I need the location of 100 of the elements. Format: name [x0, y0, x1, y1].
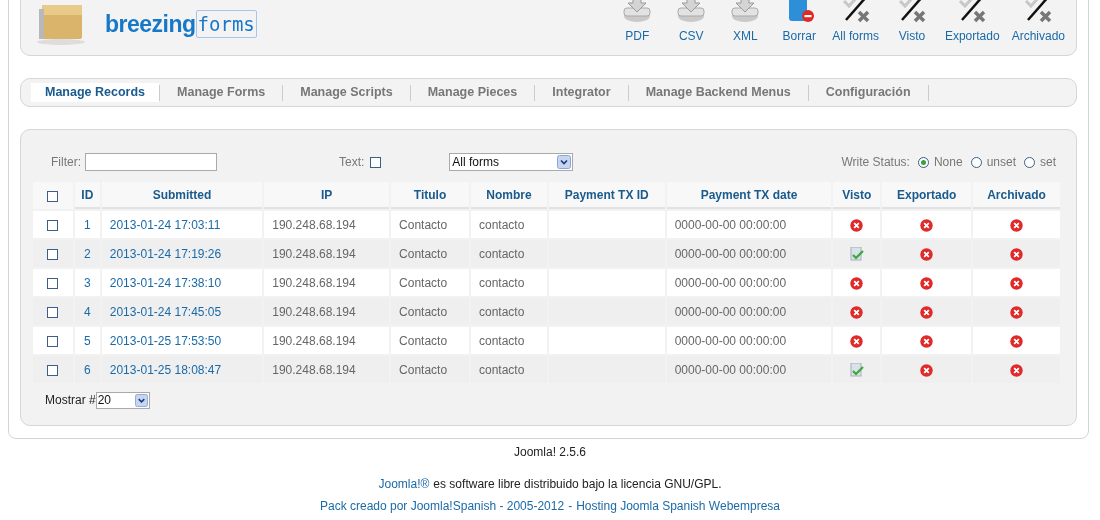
check-document-icon[interactable]: [849, 247, 864, 262]
record-link[interactable]: 2013-01-24 17:19:26: [109, 246, 222, 261]
pack-credit-link[interactable]: Pack creado por Joomla!Spanish - 2005-2012: [319, 497, 565, 515]
cross-circle-icon[interactable]: [920, 305, 934, 319]
hosting-link[interactable]: Hosting Joomla Spanish Webempresa: [576, 497, 780, 515]
cross-circle-icon[interactable]: [920, 334, 934, 348]
toolbar-button[interactable]: PDF: [611, 0, 664, 45]
cross-circle-icon[interactable]: [1010, 276, 1024, 290]
column-header[interactable]: Titulo: [391, 182, 469, 209]
id-cell-text: 6: [82, 361, 92, 379]
cross-circle-icon[interactable]: [850, 276, 864, 290]
license-text: es software libre distribuido bajo la licencia GNU/GPL.: [433, 476, 722, 493]
ip-cell-text: 190.248.68.194: [271, 332, 357, 350]
date-cell-text: 0000-00-00 00:00:00: [673, 245, 788, 263]
column-header[interactable]: Exportado: [882, 182, 972, 209]
column-header[interactable]: Submitted: [101, 182, 263, 209]
record-link[interactable]: 2013-01-25 18:08:47: [109, 362, 222, 377]
ip-cell-text: 190.248.68.194: [271, 274, 357, 292]
radio-button[interactable]: [917, 156, 929, 168]
nav-tab[interactable]: Manage Records: [31, 83, 160, 102]
cross-circle-icon[interactable]: [920, 218, 934, 232]
record-link[interactable]: 2013-01-24 17:38:10: [109, 275, 222, 290]
radio-button[interactable]: [1024, 156, 1035, 168]
table-cell-text: contacto: [477, 216, 526, 234]
toolbar-button[interactable]: Borrar: [773, 0, 826, 45]
row-checkbox[interactable]: [47, 306, 59, 318]
filter-field[interactable]: [85, 153, 217, 171]
table-cell-text: Contacto: [398, 274, 449, 292]
cross-circle-icon[interactable]: [850, 334, 864, 348]
row-checkbox[interactable]: [47, 248, 59, 260]
logo: breezing forms: [105, 8, 257, 40]
cross-circle-icon[interactable]: [1010, 247, 1024, 261]
ip-cell-text: 190.248.68.194: [271, 216, 357, 234]
record-link[interactable]: 2013-01-24 17:45:05: [109, 304, 222, 319]
date-cell-text: 0000-00-00 00:00:00: [673, 332, 788, 350]
id-cell-text: 3: [82, 274, 92, 292]
nav-tab[interactable]: Manage Backend Menus: [628, 83, 808, 102]
toolbar-button[interactable]: Exportado: [939, 0, 1005, 45]
cross-circle-icon[interactable]: [1010, 218, 1024, 232]
table-cell-text: Contacto: [398, 245, 449, 263]
radio-label: set: [1040, 154, 1056, 171]
record-link[interactable]: 2013-01-25 17:53:50: [109, 333, 222, 348]
table-cell-text: Contacto: [398, 361, 449, 379]
date-cell-text: 0000-00-00 00:00:00: [673, 303, 788, 321]
rows-per-page-select[interactable]: 20: [95, 391, 150, 409]
column-header[interactable]: ID: [74, 182, 100, 209]
toolbar-button[interactable]: Visto: [885, 0, 938, 45]
filter-label: Filter:: [51, 154, 81, 171]
ip-cell-text: 190.248.68.194: [271, 361, 357, 379]
cross-circle-icon[interactable]: [850, 305, 864, 319]
toolbar-button[interactable]: XML: [719, 0, 772, 45]
record-link[interactable]: 2013-01-24 17:03:11: [109, 217, 221, 232]
cross-circle-icon[interactable]: [1010, 305, 1024, 319]
select-all-checkbox[interactable]: [47, 190, 59, 202]
radio-label: None: [933, 154, 963, 171]
id-cell-text: 2: [82, 245, 92, 263]
check-document-icon[interactable]: [849, 363, 864, 378]
table-cell-text: contacto: [477, 332, 526, 350]
column-header[interactable]: IP: [264, 182, 390, 209]
cross-circle-icon[interactable]: [1010, 363, 1024, 377]
column-header[interactable]: Payment TX ID: [548, 182, 665, 209]
separator-text: -: [568, 498, 573, 515]
row-checkbox[interactable]: [47, 335, 59, 347]
nav-tab[interactable]: Manage Forms: [160, 83, 283, 102]
cross-circle-icon[interactable]: [920, 276, 934, 290]
toolbar-button[interactable]: All forms: [827, 0, 884, 45]
column-header[interactable]: Payment TX date: [666, 182, 832, 209]
cross-circle-icon[interactable]: [850, 218, 864, 232]
id-cell-text: 5: [82, 332, 92, 350]
nav-tab[interactable]: Manage Pieces: [410, 83, 535, 102]
text-label: Text:: [339, 154, 365, 171]
date-cell-text: 0000-00-00 00:00:00: [673, 361, 788, 379]
write-status-label: Write Status:: [841, 154, 910, 171]
joomla-link[interactable]: Joomla!®: [378, 475, 430, 493]
nav-tab[interactable]: Configuración: [808, 83, 928, 102]
rows-per-page-label: Mostrar #: [45, 392, 96, 409]
cross-circle-icon[interactable]: [920, 247, 934, 261]
toolbar-button[interactable]: CSV: [665, 0, 718, 45]
table-cell-text: contacto: [477, 303, 526, 321]
table-cell-text: Contacto: [398, 216, 449, 234]
form-select[interactable]: All forms: [449, 153, 574, 171]
date-cell-text: 0000-00-00 00:00:00: [673, 274, 788, 292]
column-header[interactable]: Visto: [833, 182, 881, 209]
column-header[interactable]: Nombre: [470, 182, 547, 209]
version-text: Joomla! 2.5.6: [513, 444, 586, 461]
id-cell-text: 4: [82, 303, 92, 321]
nav-tab[interactable]: Manage Scripts: [283, 83, 410, 102]
table-cell-text: contacto: [477, 274, 526, 292]
radio-button[interactable]: [970, 156, 982, 168]
nav-tab[interactable]: Integrator: [535, 83, 628, 102]
text-checkbox[interactable]: [370, 156, 382, 168]
row-checkbox[interactable]: [47, 364, 59, 376]
cross-circle-icon[interactable]: [920, 363, 934, 377]
row-checkbox[interactable]: [47, 277, 59, 289]
column-header[interactable]: Archivado: [973, 182, 1060, 209]
toolbar-button[interactable]: Archivado: [1006, 0, 1070, 45]
table-cell-text: Contacto: [398, 303, 449, 321]
table-cell-text: contacto: [477, 245, 526, 263]
cross-circle-icon[interactable]: [1010, 334, 1024, 348]
row-checkbox[interactable]: [47, 219, 59, 231]
